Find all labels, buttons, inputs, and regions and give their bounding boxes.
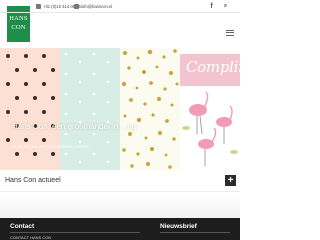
compliment-word: Complim bbox=[186, 58, 240, 76]
email-link[interactable]: info@hanscon.nl bbox=[74, 2, 112, 11]
actueel-section: Hans Con actueel + bbox=[0, 170, 240, 192]
footer-contact-link[interactable]: CONTACT HANS CON bbox=[10, 235, 51, 240]
menu-icon[interactable] bbox=[226, 30, 234, 36]
hero-panel-gold-dots bbox=[120, 48, 180, 170]
facebook-icon[interactable]: f bbox=[206, 1, 217, 12]
hero-panel-cats bbox=[0, 48, 60, 170]
email-address: info@hanscon.nl bbox=[81, 4, 113, 9]
mail-icon bbox=[74, 4, 79, 9]
hero-slider[interactable]: Complim Hans Con, een groothandel in ...… bbox=[0, 48, 240, 170]
footer-divider-newsletter bbox=[160, 232, 230, 233]
logo-line-1: HANS bbox=[9, 15, 28, 22]
cat-pattern bbox=[6, 54, 55, 156]
gold-dot-pattern bbox=[121, 49, 179, 169]
hero-headline: Hans Con, een groothandel in ...ng bbox=[12, 122, 137, 131]
search-icon[interactable]: ⌕ bbox=[220, 1, 231, 12]
footer-contact-title: Contact bbox=[10, 223, 35, 230]
footer-newsletter-title: Nieuwsbrief bbox=[160, 223, 197, 230]
site-header: HANS CON +31 (0)10 414 06 25 info@hansco… bbox=[0, 0, 240, 48]
section-title: Hans Con actueel bbox=[5, 177, 61, 184]
footer-divider-contact bbox=[10, 232, 140, 233]
phone-icon bbox=[36, 4, 41, 9]
section-spacer bbox=[0, 192, 240, 218]
hero-panel-stars bbox=[60, 48, 120, 170]
hero-subline: Ruim 45 jaar een betrouwbare partner... bbox=[12, 144, 92, 149]
site-footer: Contact CONTACT HANS CON Nieuwsbrief bbox=[0, 218, 240, 240]
star-pattern bbox=[64, 52, 110, 164]
logo-line-2: CON bbox=[11, 24, 26, 31]
plus-icon[interactable]: + bbox=[225, 175, 236, 186]
header-divider bbox=[0, 12, 240, 13]
